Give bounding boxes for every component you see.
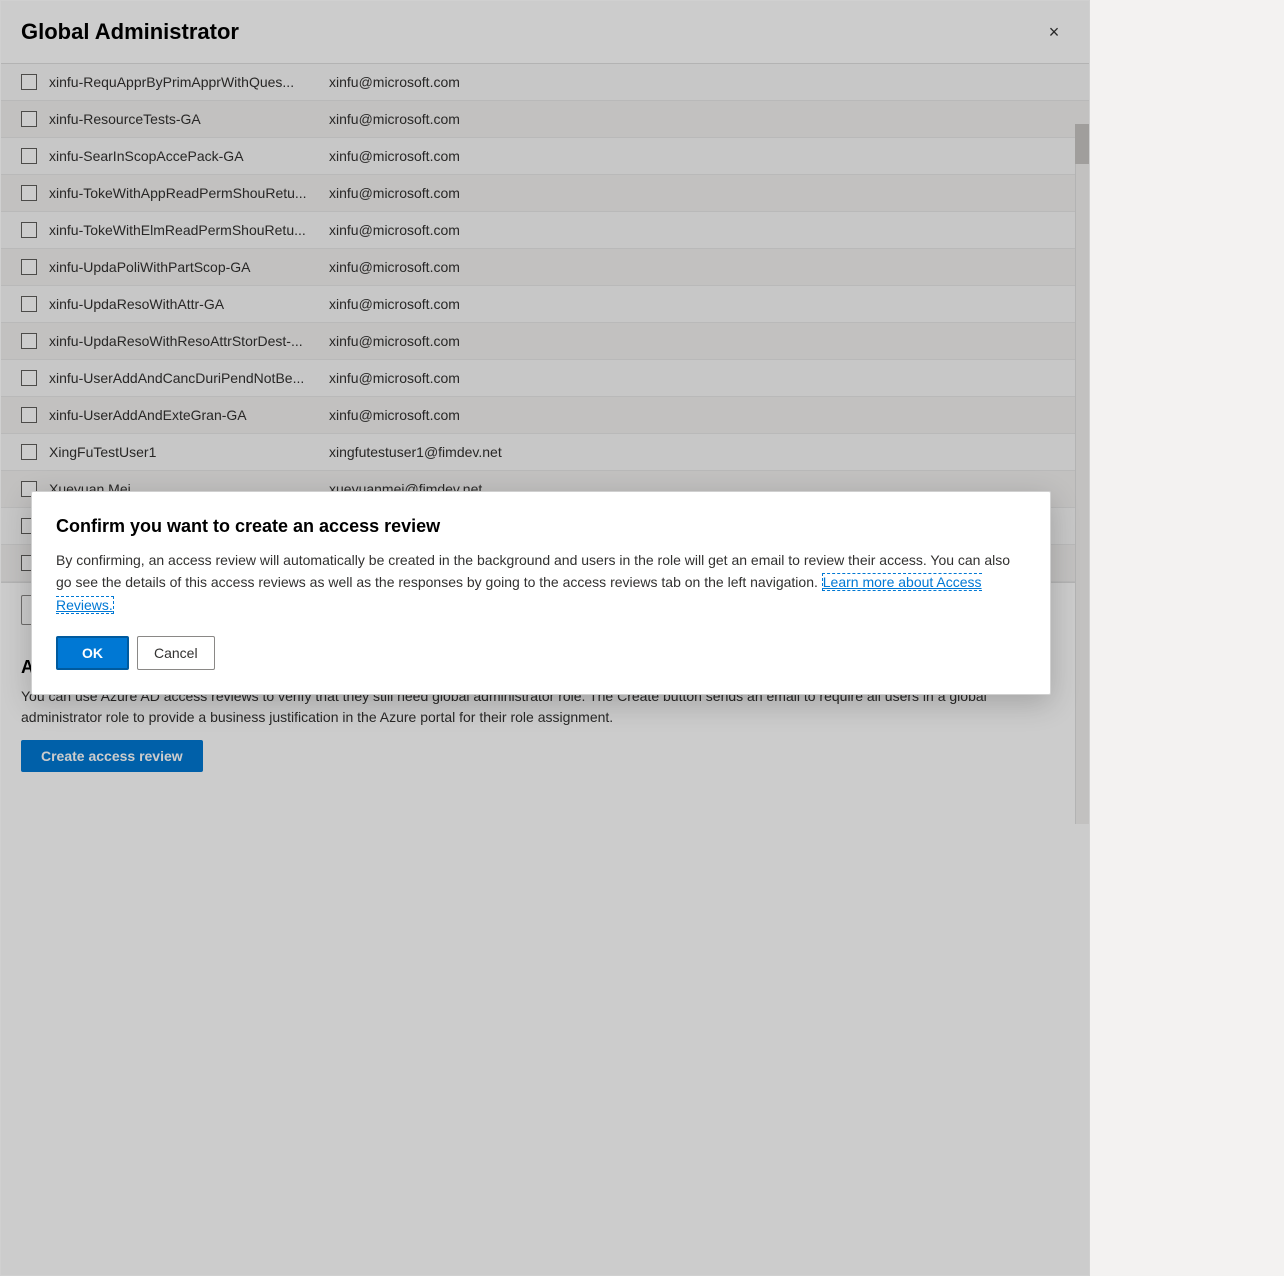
dialog-ok-button[interactable]: OK (56, 636, 129, 670)
dialog-cancel-button[interactable]: Cancel (137, 636, 215, 670)
confirm-dialog: Confirm you want to create an access rev… (31, 491, 1051, 695)
dialog-title: Confirm you want to create an access rev… (56, 516, 1026, 537)
dialog-overlay: Confirm you want to create an access rev… (1, 1, 1090, 1276)
dialog-body: By confirming, an access review will aut… (56, 549, 1026, 616)
main-panel: Global Administrator × xinfu-RequApprByP… (0, 0, 1090, 1276)
dialog-actions: OK Cancel (56, 636, 1026, 670)
